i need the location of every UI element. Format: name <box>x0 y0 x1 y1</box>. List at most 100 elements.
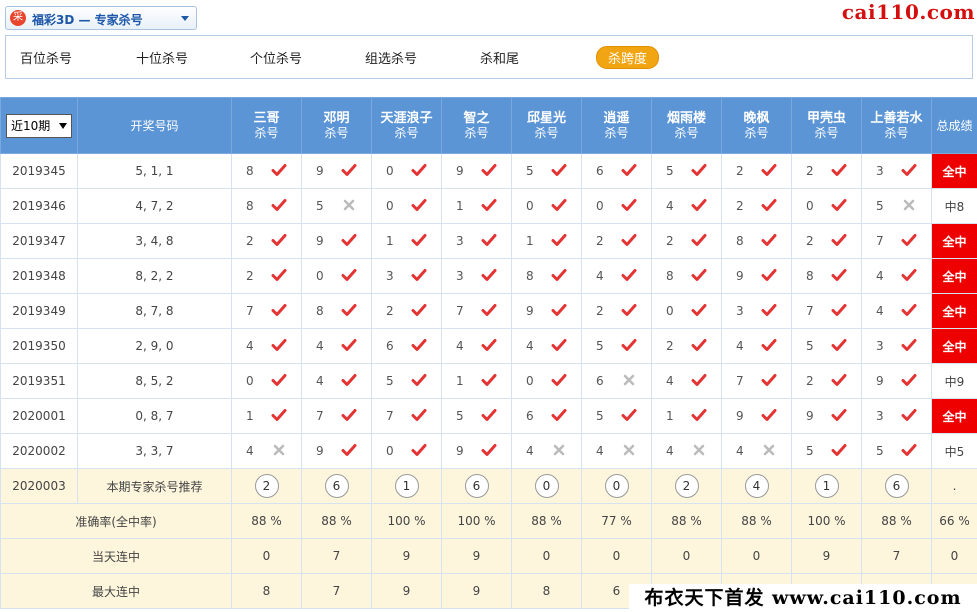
expert-header[interactable]: 甲壳虫 杀号 <box>791 97 862 154</box>
lottery-game-dropdown[interactable]: 采 福彩3D — 专家杀号 <box>5 6 197 30</box>
tab-sum-tail-kill[interactable]: 杀和尾 <box>480 48 519 67</box>
tab-span-kill[interactable]: 杀跨度 <box>596 46 660 69</box>
kill-number: 8 <box>526 269 534 283</box>
expert-header[interactable]: 邱星光 杀号 <box>511 97 582 154</box>
tab-units-kill[interactable]: 个位杀号 <box>250 48 302 67</box>
kill-number: 3 <box>876 164 884 178</box>
kill-cell: 3 <box>861 398 932 434</box>
current-streak-row: 当天连中 0 7 9 9 0 0 0 0 9 7 0 <box>0 538 977 574</box>
kill-number: 0 <box>526 199 534 213</box>
expert-name: 邱星光 <box>526 110 566 126</box>
hit-check-icon <box>411 164 427 176</box>
hit-check-icon <box>621 164 637 176</box>
tab-tens-kill[interactable]: 十位杀号 <box>136 48 188 67</box>
expert-header[interactable]: 逍遥 杀号 <box>581 97 652 154</box>
hit-check-icon <box>271 304 287 316</box>
kill-cell: 5 <box>861 433 932 469</box>
kill-number: 9 <box>526 304 534 318</box>
kill-cell-content: 2 <box>583 295 651 328</box>
kill-cell-content: 0 <box>513 190 581 223</box>
hit-check-icon <box>901 234 917 246</box>
kill-cell-content: 5 <box>373 365 441 398</box>
recommend-cell: 0 <box>581 468 652 504</box>
hit-check-icon <box>481 374 497 386</box>
current-streak-row-cell: 0 <box>581 538 652 574</box>
kill-cell-content: 0 <box>583 190 651 223</box>
hit-check-icon <box>761 304 777 316</box>
expert-header[interactable]: 天涯浪子 杀号 <box>371 97 442 154</box>
kill-cell-content: 8 <box>793 260 861 293</box>
hit-check-icon <box>271 164 287 176</box>
kill-cell-content: 8 <box>723 225 791 258</box>
kill-cell-content: 2 <box>653 225 721 258</box>
period-cell: 2020002 <box>0 433 78 469</box>
expert-header[interactable]: 晚枫 杀号 <box>721 97 792 154</box>
hit-check-icon <box>551 339 567 351</box>
expert-header[interactable]: 邓明 杀号 <box>301 97 372 154</box>
kill-cell: 9 <box>511 293 582 329</box>
recommend-cell: 6 <box>441 468 512 504</box>
kill-cell: 3 <box>441 223 512 259</box>
kill-number: 4 <box>736 444 744 458</box>
total-score-cell: 全中 <box>931 258 977 294</box>
kill-number: 5 <box>596 409 604 423</box>
kill-cell: 5 <box>861 188 932 224</box>
accuracy-row-cell: 88 % <box>511 503 582 539</box>
kill-cell-content: 0 <box>373 190 441 223</box>
kill-number: 1 <box>456 199 464 213</box>
kill-cell: 6 <box>581 153 652 189</box>
hit-check-icon <box>831 409 847 421</box>
kill-number: 7 <box>386 409 394 423</box>
hit-check-icon <box>341 304 357 316</box>
kill-number: 2 <box>666 339 674 353</box>
kill-cell: 5 <box>301 188 372 224</box>
kill-cell: 4 <box>441 328 512 364</box>
site-logo[interactable]: cai110.com <box>842 0 975 24</box>
kill-cell-content: 1 <box>233 400 301 433</box>
kill-cell-content: 3 <box>863 330 931 363</box>
period-cell: 2019347 <box>0 223 78 259</box>
tab-group-kill[interactable]: 组选杀号 <box>365 48 417 67</box>
kill-number: 5 <box>666 164 674 178</box>
current-streak-row-cell: 0 <box>511 538 582 574</box>
kill-number: 2 <box>246 234 254 248</box>
kill-number: 4 <box>316 339 324 353</box>
hit-check-icon <box>831 339 847 351</box>
hit-check-icon <box>411 374 427 386</box>
kill-cell: 5 <box>441 398 512 434</box>
recommend-number-ball: 6 <box>884 474 909 498</box>
kill-number: 6 <box>386 339 394 353</box>
kill-cell-content: 2 <box>793 225 861 258</box>
kill-cell: 9 <box>301 433 372 469</box>
hit-check-icon <box>411 409 427 421</box>
expert-name: 上善若水 <box>870 110 923 126</box>
kill-cell: 3 <box>861 153 932 189</box>
kill-number: 1 <box>456 374 464 388</box>
expert-header[interactable]: 智之 杀号 <box>441 97 512 154</box>
tab-hundreds-kill[interactable]: 百位杀号 <box>20 48 72 67</box>
draw-number-cell: 8, 2, 2 <box>77 258 232 294</box>
kill-cell: 4 <box>511 433 582 469</box>
kill-cell-content: 5 <box>513 155 581 188</box>
kill-cell: 0 <box>301 258 372 294</box>
expert-header[interactable]: 三哥 杀号 <box>231 97 302 154</box>
max-streak-row-cell: 7 <box>301 573 372 609</box>
draw-number-cell: 3, 4, 8 <box>77 223 232 259</box>
hit-check-icon <box>341 339 357 351</box>
table-row: 2020002 3, 3, 7 4 9 0 9 4 4 4 4 5 5 中5 <box>0 433 977 469</box>
hit-check-icon <box>621 304 637 316</box>
expert-header[interactable]: 上善若水 杀号 <box>861 97 932 154</box>
kill-number: 7 <box>456 304 464 318</box>
period-select[interactable]: 近10期 <box>6 113 72 138</box>
hit-check-icon <box>901 409 917 421</box>
kill-number: 5 <box>806 444 814 458</box>
kill-cell: 5 <box>511 153 582 189</box>
kill-cell: 2 <box>231 258 302 294</box>
kill-number: 5 <box>806 339 814 353</box>
current-streak-row-cell: 7 <box>301 538 372 574</box>
expert-header[interactable]: 烟雨楼 杀号 <box>651 97 722 154</box>
hit-check-icon <box>411 269 427 281</box>
hit-check-icon <box>341 444 357 456</box>
recommend-total-cell: . <box>931 468 977 504</box>
kill-number: 0 <box>386 199 394 213</box>
